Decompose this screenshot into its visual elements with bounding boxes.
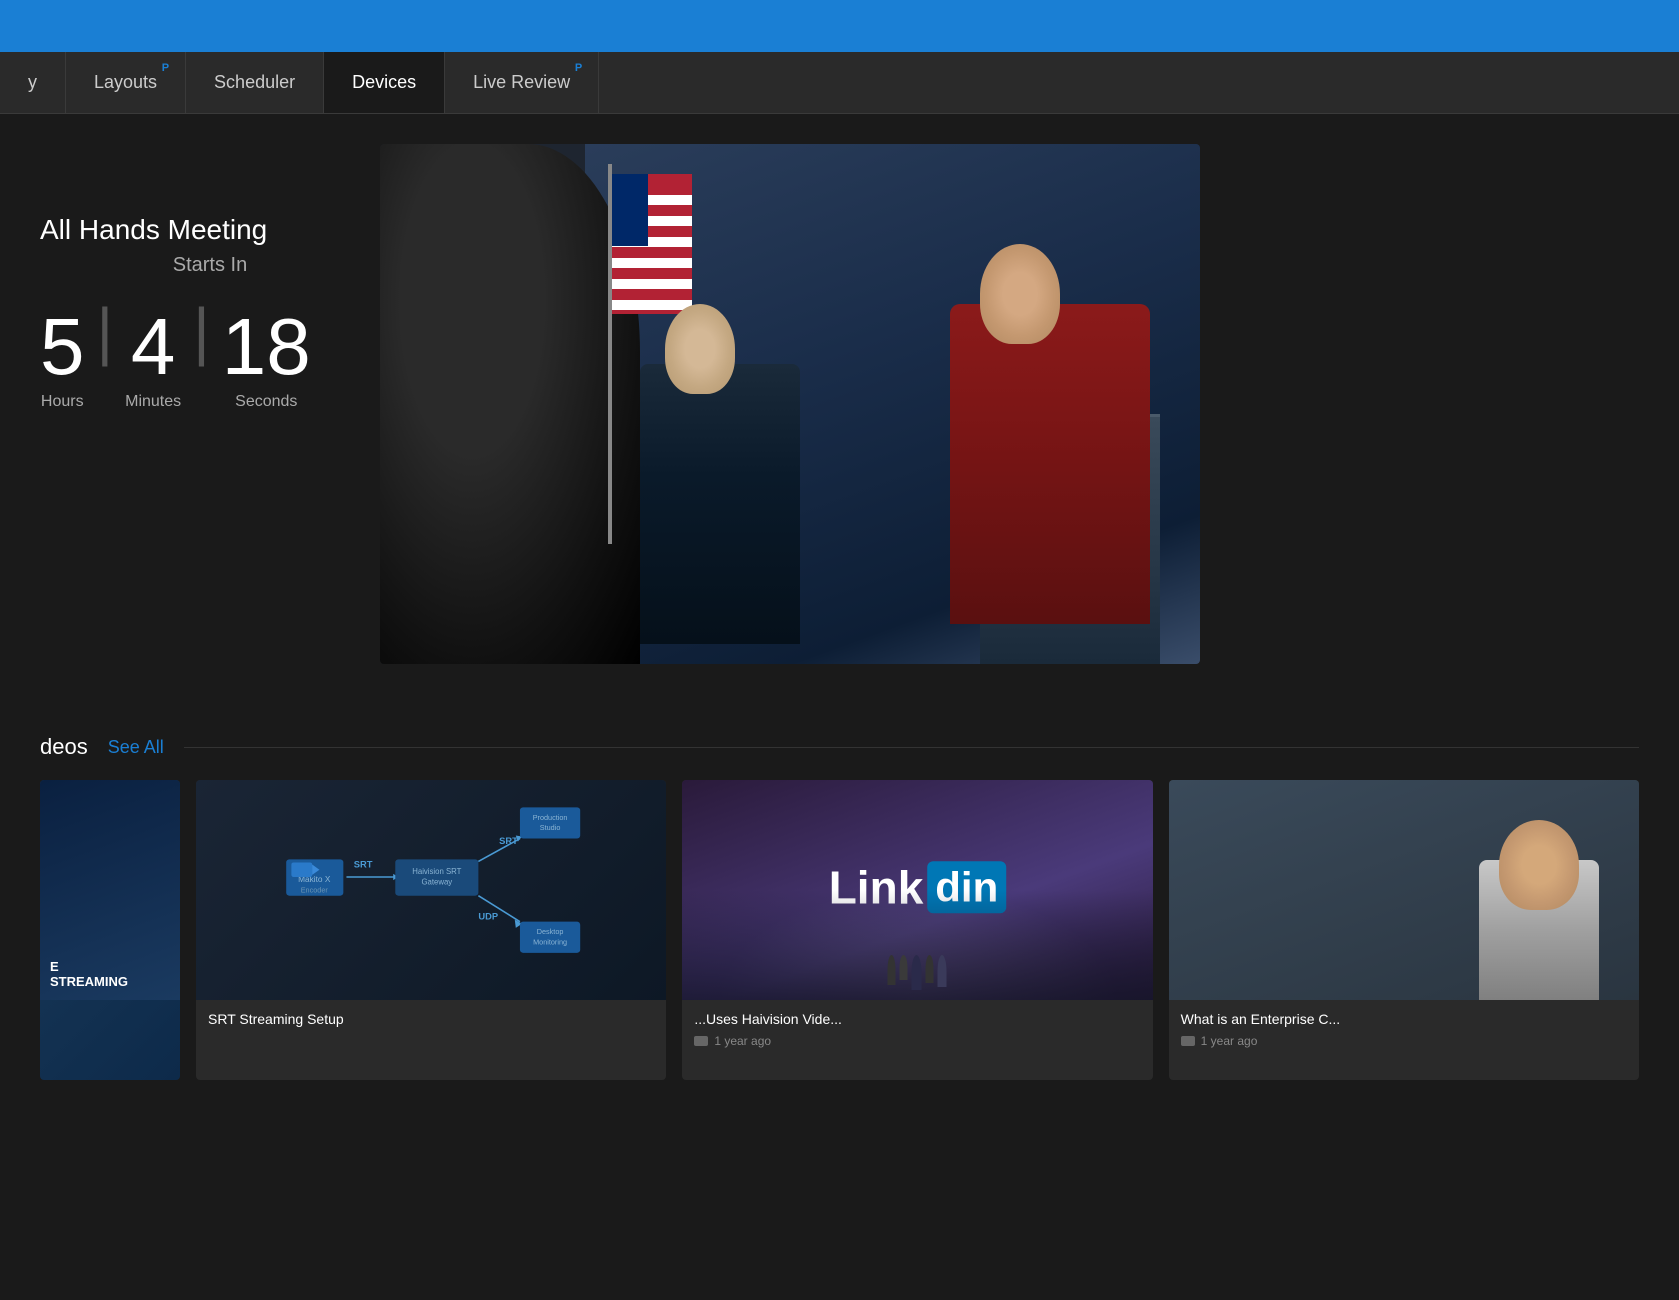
navigation: y Layouts P Scheduler Devices Live Revie… (0, 52, 1679, 114)
nav-label-devices: Devices (352, 72, 416, 93)
card-enterprise-date: 1 year ago (1201, 1034, 1258, 1048)
speaker-body (950, 304, 1150, 624)
layouts-badge: P (162, 62, 169, 74)
person2-body (640, 364, 800, 644)
crowd-figures (888, 955, 947, 990)
diagram-cam-icon (291, 862, 312, 877)
live-review-badge: P (575, 62, 582, 74)
card-diagram-thumb: Makito X Encoder SRT (196, 780, 666, 1000)
crowd-figure-5 (938, 955, 947, 987)
videos-section-title: deos (40, 734, 88, 760)
video-cards-row: ESTREAMING Makito X Encoder (40, 780, 1639, 1080)
card-linkedin-date: 1 year ago (714, 1034, 771, 1048)
hours-unit: 5 Hours (40, 307, 85, 411)
event-title: All Hands Meeting (40, 214, 380, 246)
flag-canton (612, 174, 648, 246)
video-card-diagram[interactable]: Makito X Encoder SRT (196, 780, 666, 1080)
speaker-figure (920, 244, 1180, 624)
nav-label-library: y (28, 72, 37, 93)
see-all-link[interactable]: See All (108, 737, 164, 758)
enterprise-person (1459, 820, 1619, 1000)
diagram-haivision-label: Haivision SRT (412, 866, 461, 875)
speaker-head (980, 244, 1060, 344)
divider-2: | (193, 299, 210, 363)
card-enterprise-thumb (1169, 780, 1639, 1000)
crowd-figure-4 (926, 955, 934, 983)
nav-label-scheduler: Scheduler (214, 72, 295, 93)
videos-section: deos See All ESTREAMING Makito X (0, 734, 1679, 1080)
diagram-gateway-label: Gateway (421, 877, 452, 886)
crowd-figure-3 (912, 955, 922, 990)
card-enterprise-title: What is an Enterprise C... (1181, 1010, 1627, 1030)
nav-label-layouts: Layouts (94, 72, 157, 93)
card-enterprise-info: What is an Enterprise C... 1 year ago (1169, 1000, 1639, 1058)
video-card-linkedin[interactable]: Link din (682, 780, 1152, 1080)
card-diagram-info: SRT Streaming Setup (196, 1000, 666, 1044)
diagram-svg: Makito X Encoder SRT (220, 797, 643, 984)
card-diagram-title: SRT Streaming Setup (208, 1010, 654, 1030)
card-linkedin-thumb: Link din (682, 780, 1152, 1000)
hours-label: Hours (41, 393, 84, 411)
card-linkedin-title: ...Uses Haivision Vide... (694, 1010, 1140, 1030)
nav-item-library[interactable]: y (0, 52, 66, 113)
card-linkedin-info: ...Uses Haivision Vide... 1 year ago (682, 1000, 1152, 1058)
crowd-figure-1 (888, 955, 896, 985)
countdown-display: 5 Hours | 4 Minutes | 18 Seconds (40, 307, 380, 411)
person-head (1499, 820, 1579, 910)
diagram-monitoring-label: Monitoring (533, 937, 567, 946)
card-diagram-bg: Makito X Encoder SRT (196, 780, 666, 1000)
main-video-preview[interactable] (380, 144, 1200, 664)
video-scene (380, 144, 1200, 664)
countdown-panel: All Hands Meeting Starts In 5 Hours | 4 … (40, 214, 380, 411)
diagram-desktop-label: Desktop (536, 927, 563, 936)
partial-streaming-label: ESTREAMING (50, 959, 128, 990)
diagram-production-label: Production (532, 812, 567, 821)
seconds-label: Seconds (235, 393, 297, 411)
diagram-srt-left: SRT (353, 859, 372, 869)
starts-in-label: Starts In (40, 254, 380, 277)
hours-value: 5 (40, 307, 85, 387)
video-card-partial[interactable]: ESTREAMING (40, 780, 180, 1080)
nav-item-devices[interactable]: Devices (324, 52, 445, 113)
seconds-unit: 18 Seconds (222, 307, 311, 411)
video-icon-linkedin (694, 1036, 708, 1046)
diagram-encoder-label: Encoder (300, 885, 328, 894)
main-content: All Hands Meeting Starts In 5 Hours | 4 … (0, 114, 1679, 1300)
nav-item-layouts[interactable]: Layouts P (66, 52, 186, 113)
partial-card-thumb: ESTREAMING (40, 780, 180, 1000)
nav-item-live-review[interactable]: Live Review P (445, 52, 599, 113)
top-bar (0, 0, 1679, 52)
person2-figure (620, 304, 820, 644)
minutes-label: Minutes (125, 393, 181, 411)
video-icon-enterprise (1181, 1036, 1195, 1046)
minutes-unit: 4 Minutes (125, 307, 181, 411)
nav-item-scheduler[interactable]: Scheduler (186, 52, 324, 113)
diagram-udp-label: UDP (478, 911, 498, 921)
diagram-studio-label: Studio (539, 823, 560, 832)
card-linkedin-meta: 1 year ago (694, 1034, 1140, 1048)
videos-header: deos See All (40, 734, 1639, 760)
person2-head (665, 304, 735, 394)
video-card-enterprise[interactable]: What is an Enterprise C... 1 year ago (1169, 780, 1639, 1080)
card-enterprise-meta: 1 year ago (1181, 1034, 1627, 1048)
divider-1: | (97, 299, 114, 363)
card-linkedin-bg: Link din (682, 780, 1152, 1000)
videos-divider (184, 747, 1639, 748)
crowd-figure-2 (900, 955, 908, 980)
card-enterprise-bg (1169, 780, 1639, 1000)
nav-label-live-review: Live Review (473, 72, 570, 93)
seconds-value: 18 (222, 307, 311, 387)
minutes-value: 4 (131, 307, 176, 387)
